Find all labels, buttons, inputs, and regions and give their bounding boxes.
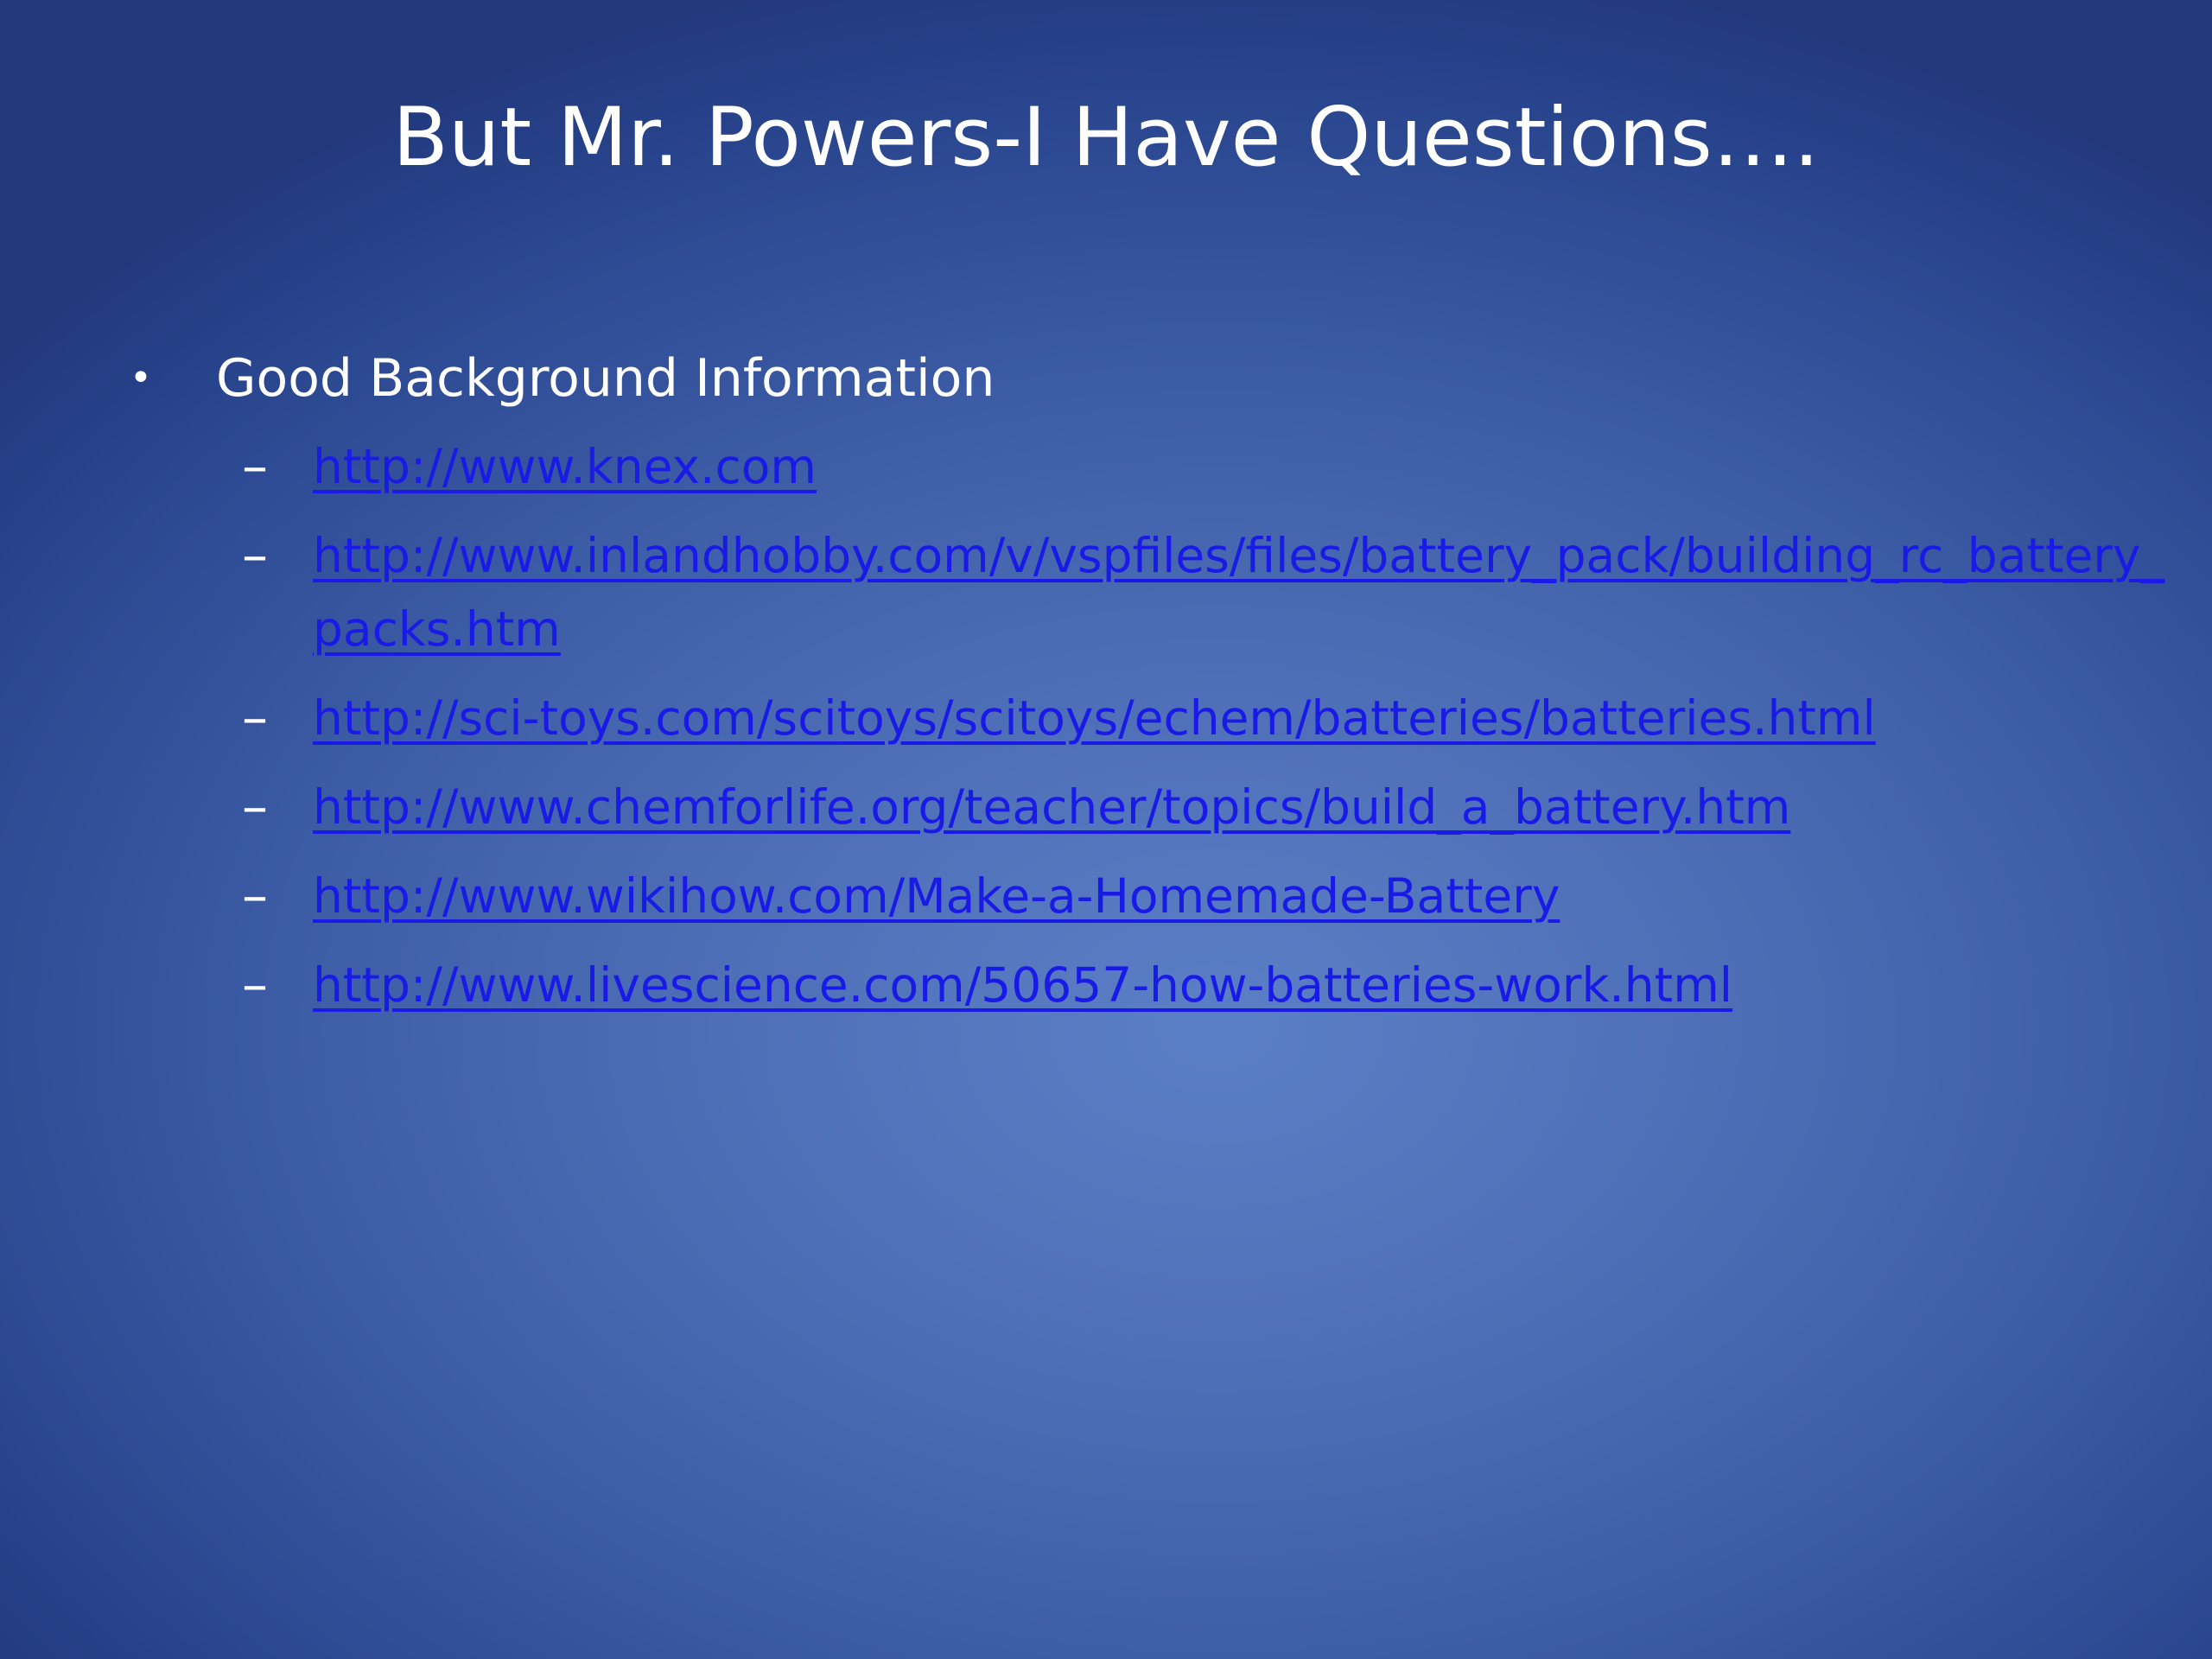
link-sci-toys[interactable]: http://sci-toys.com/scitoys/scitoys/eche… — [313, 682, 2193, 755]
link-list: – http://www.knex.com – http://www.inlan… — [242, 430, 2195, 1038]
link-list-item: – http://www.wikihow.com/Make-a-Homemade… — [242, 860, 2195, 933]
link-inlandhobby[interactable]: http://www.inlandhobby.com/v/vspfiles/fi… — [313, 519, 2193, 666]
dash-icon: – — [242, 777, 268, 837]
link-knex[interactable]: http://www.knex.com — [313, 430, 2193, 504]
slide: But Mr. Powers-I Have Questions…. • Good… — [0, 0, 2212, 1659]
link-list-item: – http://www.livescience.com/50657-how-b… — [242, 949, 2195, 1022]
link-list-item: – http://www.inlandhobby.com/v/vspfiles/… — [242, 519, 2195, 666]
link-list-item: – http://www.chemforlife.org/teacher/top… — [242, 771, 2195, 844]
dash-icon: – — [242, 525, 268, 586]
bullet-item: • Good Background Information — [130, 344, 995, 413]
dash-icon: – — [242, 436, 268, 497]
dash-icon: – — [242, 866, 268, 926]
link-list-item: – http://sci-toys.com/scitoys/scitoys/ec… — [242, 682, 2195, 755]
slide-content: • Good Background Information – http://w… — [0, 0, 2212, 1659]
dash-icon: – — [242, 688, 268, 748]
link-wikihow[interactable]: http://www.wikihow.com/Make-a-Homemade-B… — [313, 860, 2193, 933]
link-livescience[interactable]: http://www.livescience.com/50657-how-bat… — [313, 949, 2193, 1022]
bullet-text: Good Background Information — [216, 348, 995, 409]
link-chemforlife[interactable]: http://www.chemforlife.org/teacher/topic… — [313, 771, 2193, 844]
link-list-item: – http://www.knex.com — [242, 430, 2195, 504]
dash-icon: – — [242, 955, 268, 1015]
bullet-dot-icon: • — [130, 356, 152, 400]
